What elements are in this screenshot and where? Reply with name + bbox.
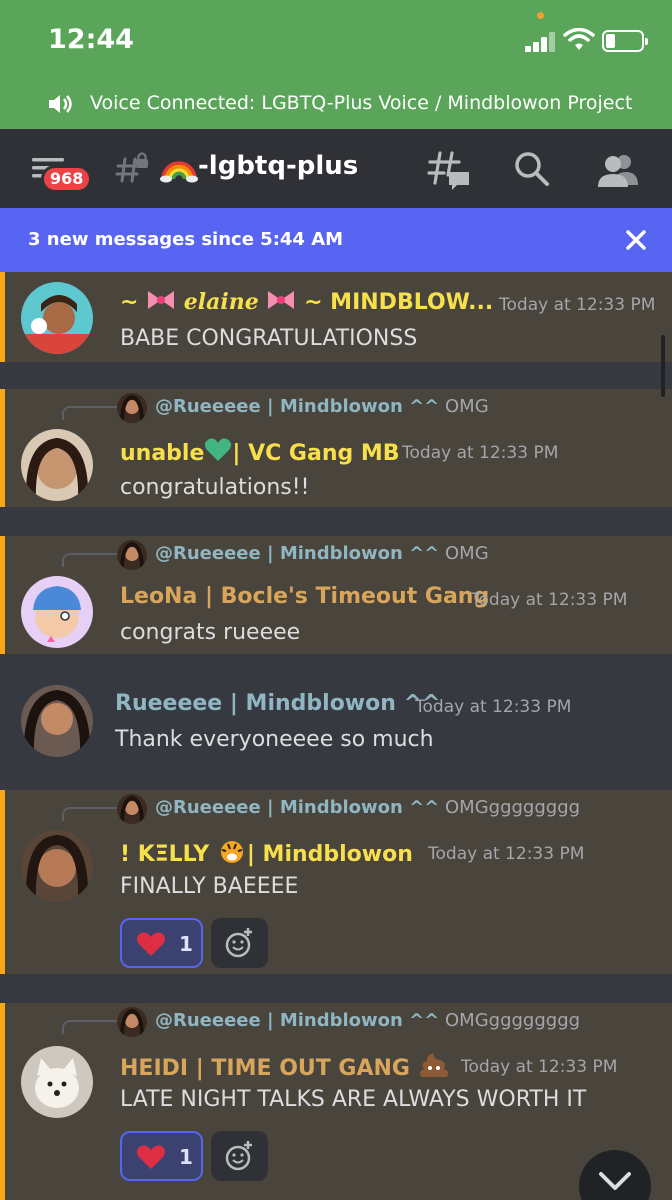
reply-author: @Rueeeee | Mindblowon ^^ bbox=[155, 1010, 440, 1031]
timestamp: Today at 12:33 PM bbox=[402, 443, 559, 463]
jump-to-present-button[interactable] bbox=[579, 1150, 651, 1200]
cellular-signal-icon bbox=[525, 32, 555, 52]
message-content: FINALLY BAEEEE bbox=[120, 874, 299, 899]
speaker-icon bbox=[49, 95, 72, 113]
privacy-indicator bbox=[537, 12, 544, 19]
battery-icon bbox=[602, 30, 648, 52]
members-icon[interactable] bbox=[598, 153, 638, 187]
author-name[interactable]: HEIDI | TIME OUT GANG bbox=[120, 1051, 450, 1081]
mention-count-badge: 968 bbox=[41, 165, 93, 193]
author-name[interactable]: unable | VC Gang MB bbox=[120, 437, 400, 466]
poop-emoji-icon bbox=[419, 1053, 448, 1077]
author-suffix: ~ MINDBLOW... bbox=[304, 290, 494, 315]
avatar[interactable] bbox=[21, 685, 93, 757]
channel-name: -lgbtq-plus bbox=[198, 151, 359, 181]
author-prefix: ~ bbox=[120, 290, 139, 315]
reply-author: @Rueeeee | Mindblowon ^^ bbox=[155, 396, 440, 417]
reply-content: OMGgggggggg bbox=[445, 797, 581, 818]
message-content: BABE CONGRATULATIONSS bbox=[120, 326, 418, 351]
reply-preview[interactable]: @Rueeeee | Mindblowon ^^ OMG bbox=[155, 396, 489, 417]
threads-icon[interactable] bbox=[427, 151, 471, 191]
message-content: congrats rueeee bbox=[120, 620, 301, 645]
message-item[interactable]: @Rueeeee | Mindblowon ^^ OMGgggggggg ! K… bbox=[0, 790, 672, 974]
message-item[interactable]: @Rueeeee | Mindblowon ^^ OMGgggggggg HEI… bbox=[0, 1003, 672, 1200]
add-reaction-icon bbox=[225, 1141, 252, 1171]
message-content: LATE NIGHT TALKS ARE ALWAYS WORTH IT bbox=[120, 1087, 587, 1112]
author-suffix: | VC Gang MB bbox=[232, 441, 400, 466]
reply-connector bbox=[62, 406, 118, 420]
avatar[interactable] bbox=[21, 1046, 93, 1118]
reply-connector bbox=[62, 1020, 118, 1034]
author-name[interactable]: ~ elaine ~ MINDBLOW... bbox=[120, 288, 493, 315]
reply-content: OMGgggggggg bbox=[445, 1010, 581, 1031]
reply-avatar[interactable] bbox=[117, 794, 147, 824]
reply-content: OMG bbox=[445, 396, 489, 417]
avatar[interactable] bbox=[21, 282, 93, 354]
author-name[interactable]: LeoNa | Bocle's Timeout Gang bbox=[120, 584, 489, 609]
green-heart-emoji-icon bbox=[205, 438, 232, 461]
tiger-emoji-icon bbox=[220, 841, 243, 863]
reply-preview[interactable]: @Rueeeee | Mindblowon ^^ OMG bbox=[155, 543, 489, 564]
timestamp: Today at 12:33 PM bbox=[471, 590, 628, 610]
reply-avatar[interactable] bbox=[117, 1007, 147, 1037]
ribbon-emoji-icon bbox=[148, 291, 175, 309]
channel-header: 968 -lgbtq-plus bbox=[0, 129, 672, 208]
reply-preview[interactable]: @Rueeeee | Mindblowon ^^ OMGgggggggg bbox=[155, 797, 580, 818]
heart-reaction-button[interactable]: 1 bbox=[120, 1131, 203, 1181]
author-main: elaine bbox=[183, 289, 259, 315]
voice-connected-label: Voice Connected: LGBTQ-Plus Voice / Mind… bbox=[90, 92, 633, 114]
timestamp: Today at 12:33 PM bbox=[428, 844, 585, 864]
rainbow-emoji-icon bbox=[160, 161, 198, 183]
avatar[interactable] bbox=[21, 429, 93, 501]
reply-connector bbox=[62, 807, 118, 821]
reply-content: OMG bbox=[445, 543, 489, 564]
message-content: Thank everyoneeee so much bbox=[115, 727, 434, 752]
message-item[interactable]: ~ elaine ~ MINDBLOW... Today at 12:33 PM… bbox=[0, 272, 672, 362]
heart-emoji-icon bbox=[136, 1145, 166, 1169]
locked-channel-icon bbox=[115, 152, 148, 183]
add-reaction-icon bbox=[225, 928, 252, 958]
heart-emoji-icon bbox=[136, 932, 166, 956]
status-bar: 12:44 bbox=[0, 0, 672, 78]
author-prefix: ! KΞLLY bbox=[120, 842, 210, 867]
ribbon-emoji-icon bbox=[268, 291, 295, 309]
reply-avatar[interactable] bbox=[117, 393, 147, 423]
add-reaction-button[interactable] bbox=[211, 918, 268, 968]
author-prefix: unable bbox=[120, 441, 205, 466]
add-reaction-button[interactable] bbox=[211, 1131, 268, 1181]
clock: 12:44 bbox=[48, 24, 134, 55]
reply-avatar[interactable] bbox=[117, 540, 147, 570]
new-messages-bar[interactable]: 3 new messages since 5:44 AM bbox=[0, 208, 672, 272]
message-content: congratulations!! bbox=[120, 475, 310, 500]
reaction-count: 1 bbox=[179, 1145, 193, 1169]
voice-connected-bar[interactable]: Voice Connected: LGBTQ-Plus Voice / Mind… bbox=[0, 78, 672, 129]
author-prefix: HEIDI | TIME OUT GANG bbox=[120, 1056, 410, 1081]
close-icon[interactable] bbox=[622, 226, 650, 254]
scrollbar[interactable] bbox=[661, 335, 665, 397]
reply-author: @Rueeeee | Mindblowon ^^ bbox=[155, 797, 440, 818]
wifi-icon bbox=[563, 28, 595, 50]
new-messages-label: 3 new messages since 5:44 AM bbox=[28, 229, 344, 250]
author-name[interactable]: Rueeeee | Mindblowon ^^ bbox=[115, 691, 440, 716]
avatar[interactable] bbox=[21, 830, 93, 902]
author-suffix: | Mindblowon bbox=[246, 842, 413, 867]
reply-author: @Rueeeee | Mindblowon ^^ bbox=[155, 543, 440, 564]
avatar[interactable] bbox=[21, 576, 93, 648]
search-icon[interactable] bbox=[514, 151, 550, 187]
reply-connector bbox=[62, 553, 118, 567]
reply-preview[interactable]: @Rueeeee | Mindblowon ^^ OMGgggggggg bbox=[155, 1010, 580, 1031]
message-item[interactable]: Rueeeee | Mindblowon ^^ Today at 12:33 P… bbox=[0, 655, 672, 789]
timestamp: Today at 12:33 PM bbox=[415, 697, 572, 717]
timestamp: Today at 12:33 PM bbox=[461, 1057, 618, 1077]
reaction-count: 1 bbox=[179, 932, 193, 956]
timestamp: Today at 12:33 PM bbox=[499, 295, 656, 315]
heart-reaction-button[interactable]: 1 bbox=[120, 918, 203, 968]
message-item[interactable]: @Rueeeee | Mindblowon ^^ OMG LeoNa | Boc… bbox=[0, 536, 672, 654]
message-item[interactable]: @Rueeeee | Mindblowon ^^ OMG unable | VC … bbox=[0, 389, 672, 507]
chevron-down-icon bbox=[599, 1172, 631, 1190]
author-name[interactable]: ! KΞLLY | Mindblowon bbox=[120, 838, 413, 867]
